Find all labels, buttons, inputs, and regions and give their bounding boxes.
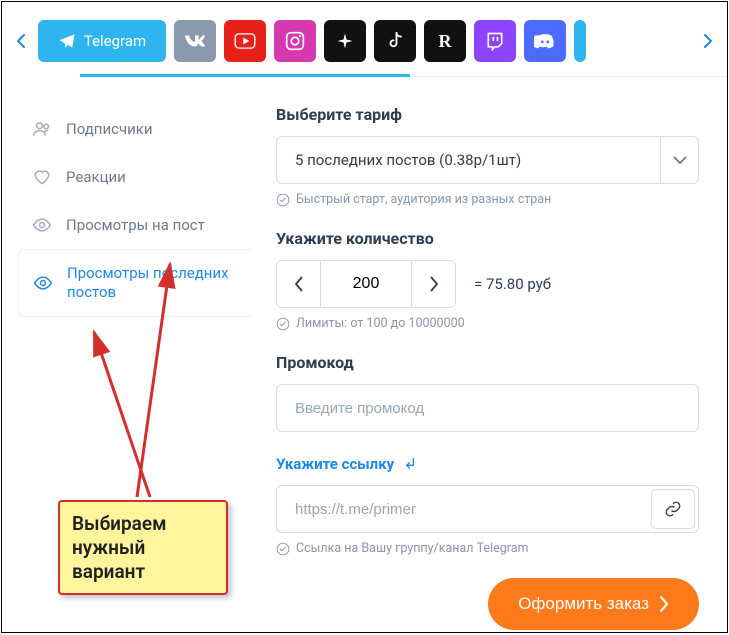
heart-icon — [32, 167, 52, 187]
link-copy-button[interactable] — [651, 489, 695, 529]
submit-order-button[interactable]: Оформить заказ — [488, 578, 699, 630]
quantity-input[interactable] — [321, 261, 411, 307]
tab-star[interactable] — [324, 20, 366, 62]
twitch-icon — [485, 31, 505, 51]
link-input[interactable] — [276, 485, 699, 533]
quantity-price: = 75.80 руб — [474, 275, 551, 293]
tab-telegram-label: Telegram — [84, 32, 146, 50]
sidebar-item-label: Реакции — [66, 168, 126, 187]
sidebar-item-views-last-posts[interactable]: Просмотры последних постов — [18, 249, 252, 317]
tab-r[interactable]: R — [424, 20, 466, 62]
users-icon — [32, 119, 52, 139]
tariff-hint: Быстрый старт, аудитория из разных стран — [276, 192, 699, 207]
tab-tiktok[interactable] — [374, 20, 416, 62]
tab-vk[interactable] — [174, 20, 216, 62]
sidebar-item-label: Просмотры последних постов — [67, 264, 242, 302]
tab-instagram[interactable] — [274, 20, 316, 62]
tariff-selected-text: 5 последних постов (0.38р/1шт) — [295, 151, 521, 169]
quantity-hint: Лимиты: от 100 до 10000000 — [276, 316, 699, 331]
promo-input[interactable] — [276, 384, 699, 432]
r-icon: R — [439, 31, 452, 52]
quantity-stepper — [276, 260, 456, 308]
telegram-icon — [58, 32, 76, 50]
submit-order-label: Оформить заказ — [518, 594, 649, 614]
sidebar-item-label: Просмотры на пост — [66, 216, 205, 235]
link-label[interactable]: Укажите ссылку — [276, 455, 416, 473]
tiktok-icon — [386, 31, 404, 51]
sidebar-item-views-per-post[interactable]: Просмотры на пост — [22, 201, 252, 249]
instagram-icon — [285, 31, 305, 51]
annotation-note: Выбираем нужный вариант — [58, 500, 228, 595]
link-hint: Ссылка на Вашу группу/канал Telegram — [276, 541, 699, 556]
promo-label: Промокод — [276, 353, 699, 372]
quantity-increase-button[interactable] — [411, 261, 455, 307]
tariff-label: Выберите тариф — [276, 105, 699, 124]
tab-more-peek[interactable] — [574, 20, 586, 62]
tabs-prev-arrow[interactable] — [12, 26, 30, 56]
tabs-next-arrow[interactable] — [699, 26, 717, 56]
tab-youtube[interactable] — [224, 20, 266, 62]
eye-icon — [33, 273, 53, 293]
quantity-decrease-button[interactable] — [277, 261, 321, 307]
tab-discord[interactable] — [524, 20, 566, 62]
arrow-turn-down-icon — [400, 456, 416, 472]
eye-icon — [32, 215, 52, 235]
tariff-select[interactable]: 5 последних постов (0.38р/1шт) — [276, 136, 699, 184]
tab-telegram[interactable]: Telegram — [38, 20, 166, 62]
tab-twitch[interactable] — [474, 20, 516, 62]
discord-icon — [534, 32, 556, 50]
sidebar-item-label: Подписчики — [66, 120, 153, 139]
check-circle-icon — [276, 193, 290, 207]
check-circle-icon — [276, 542, 290, 556]
link-icon — [664, 500, 682, 518]
sidebar-item-reactions[interactable]: Реакции — [22, 153, 252, 201]
quantity-label: Укажите количество — [276, 229, 699, 248]
vk-icon — [184, 34, 206, 48]
check-circle-icon — [276, 317, 290, 331]
sidebar-item-subscribers[interactable]: Подписчики — [22, 105, 252, 153]
youtube-icon — [234, 33, 256, 49]
sparkle-icon — [336, 32, 354, 50]
chevron-right-icon — [659, 596, 669, 612]
chevron-down-icon — [660, 136, 698, 184]
